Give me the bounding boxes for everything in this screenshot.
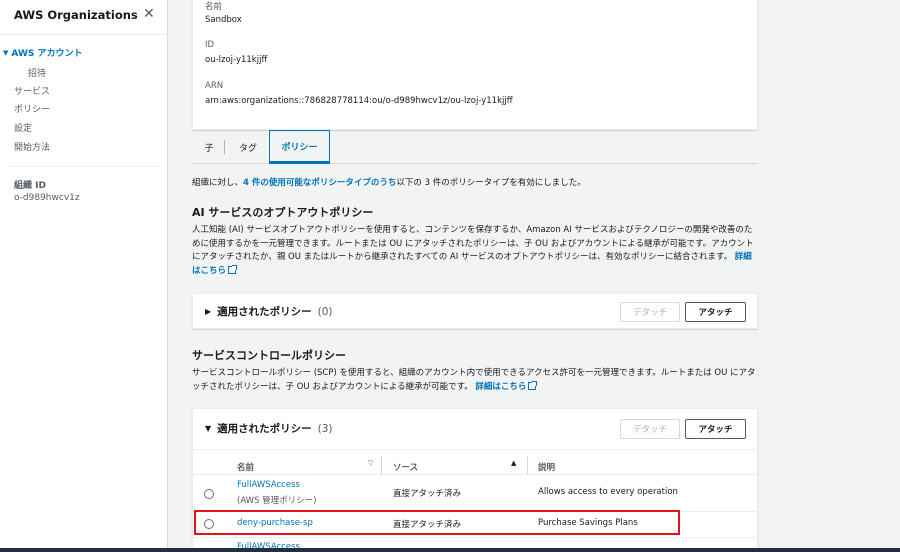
scp-learn-more-label: 詳細はこちら bbox=[475, 381, 527, 392]
id-label: ID bbox=[205, 40, 215, 50]
scp-panel-toggle[interactable]: ▼ 適用されたポリシー (3) bbox=[205, 421, 333, 436]
tab-tags[interactable]: タグ bbox=[230, 130, 266, 164]
sidebar-title: AWS Organizations bbox=[14, 8, 138, 22]
bottom-bar bbox=[0, 548, 900, 552]
column-divider bbox=[381, 456, 382, 474]
ai-description-text: 人工知能 (AI) サービスオプトアウトポリシーを使用すると、コンテンツを保存す… bbox=[192, 225, 754, 262]
ai-section-description: 人工知能 (AI) サービスオプトアウトポリシーを使用すると、コンテンツを保存す… bbox=[192, 224, 758, 278]
scp-attach-button[interactable]: アタッチ bbox=[685, 419, 746, 439]
sidebar-item-settings[interactable]: 設定 bbox=[14, 121, 32, 134]
ai-panel-title: 適用されたポリシー bbox=[217, 306, 312, 318]
scp-learn-more-link[interactable]: 詳細はこちら bbox=[475, 380, 538, 392]
arn-value: arn:aws:organizations::786828778114:ou/o… bbox=[205, 96, 513, 106]
ai-detach-button[interactable]: デタッチ bbox=[620, 302, 680, 322]
available-policy-types-link[interactable]: 4 件の使用可能なポリシータイプのうち bbox=[243, 178, 396, 188]
ai-applied-policies-panel: ▶ 適用されたポリシー (0) デタッチ アタッチ bbox=[192, 293, 758, 329]
scp-panel-title: 適用されたポリシー bbox=[217, 423, 312, 435]
column-header-source[interactable]: ソース bbox=[393, 461, 418, 473]
external-link-icon bbox=[228, 264, 238, 274]
close-icon[interactable]: ✕ bbox=[143, 6, 155, 22]
sidebar-item-invitations[interactable]: 招待 bbox=[28, 66, 46, 79]
org-id-label: 組織 ID bbox=[14, 181, 46, 191]
external-link-icon bbox=[528, 380, 538, 390]
ai-attach-button[interactable]: アタッチ bbox=[685, 302, 746, 322]
row-radio[interactable] bbox=[204, 489, 214, 499]
divider bbox=[8, 166, 160, 167]
intro-text: 組織に対し、4 件の使用可能なポリシータイプのうち以下の 3 件のポリシータイプ… bbox=[192, 176, 586, 188]
divider bbox=[193, 474, 759, 475]
arn-label: ARN bbox=[205, 81, 224, 91]
caret-right-icon: ▶ bbox=[205, 307, 212, 316]
name-label: 名前 bbox=[205, 2, 223, 12]
scp-panel-count: (3) bbox=[317, 422, 333, 435]
caret-down-icon: ▼ bbox=[3, 48, 9, 57]
intro-suffix: 以下の 3 件のポリシータイプを有効にしました。 bbox=[396, 178, 586, 188]
policy-source: 直接アタッチ済み bbox=[393, 489, 462, 499]
policy-description: Allows access to every operation bbox=[538, 487, 678, 497]
column-divider bbox=[527, 456, 528, 474]
sidebar-item-services[interactable]: サービス bbox=[14, 84, 50, 97]
id-value: ou-lzoj-y11kjjff bbox=[205, 55, 268, 65]
column-header-name[interactable]: 名前 bbox=[237, 461, 254, 473]
scp-section-description: サービスコントロールポリシー (SCP) を使用すると、組織のアカウント内で使用… bbox=[192, 367, 758, 394]
ai-section-heading: AI サービスのオプトアウトポリシー bbox=[192, 206, 374, 219]
divider bbox=[193, 449, 759, 450]
details-card: 名前 Sandbox ID ou-lzoj-y11kjjff ARN arn:a… bbox=[192, 0, 758, 130]
scp-section-heading: サービスコントロールポリシー bbox=[192, 349, 346, 362]
policy-name-link[interactable]: FullAWSAccess bbox=[237, 480, 300, 490]
policy-type-label: (AWS 管理ポリシー) bbox=[237, 496, 317, 506]
divider bbox=[0, 34, 168, 35]
caret-down-icon: ▼ bbox=[205, 424, 212, 433]
tab-policies[interactable]: ポリシー bbox=[269, 130, 330, 164]
name-value: Sandbox bbox=[205, 15, 242, 25]
intro-prefix: 組織に対し、 bbox=[192, 178, 244, 188]
highlight-box bbox=[194, 510, 680, 535]
scp-description-text: サービスコントロールポリシー (SCP) を使用すると、組織のアカウント内で使用… bbox=[192, 368, 756, 392]
divider bbox=[193, 537, 759, 538]
scp-detach-button[interactable]: デタッチ bbox=[620, 419, 680, 439]
sort-down-icon[interactable]: ▽ bbox=[368, 459, 373, 467]
org-id-value: o-d989hwcv1z bbox=[14, 193, 80, 203]
tab-bar: 子 タグ ポリシー bbox=[192, 130, 758, 164]
sidebar-section-aws-accounts[interactable]: ▼ AWS アカウント bbox=[3, 46, 83, 60]
tab-children[interactable]: 子 bbox=[198, 130, 220, 164]
column-header-description[interactable]: 説明 bbox=[538, 461, 555, 473]
tab-divider bbox=[224, 140, 225, 154]
sidebar-section-label: AWS アカウント bbox=[11, 49, 83, 59]
sidebar-item-policies[interactable]: ポリシー bbox=[14, 102, 50, 115]
sidebar: AWS Organizations ✕ ▼ AWS アカウント 招待 サービス … bbox=[0, 0, 168, 548]
ai-panel-count: (0) bbox=[317, 305, 333, 318]
sidebar-item-get-started[interactable]: 開始方法 bbox=[14, 140, 50, 153]
ai-panel-toggle[interactable]: ▶ 適用されたポリシー (0) bbox=[205, 304, 333, 319]
sort-up-icon[interactable]: ▲ bbox=[511, 459, 516, 467]
